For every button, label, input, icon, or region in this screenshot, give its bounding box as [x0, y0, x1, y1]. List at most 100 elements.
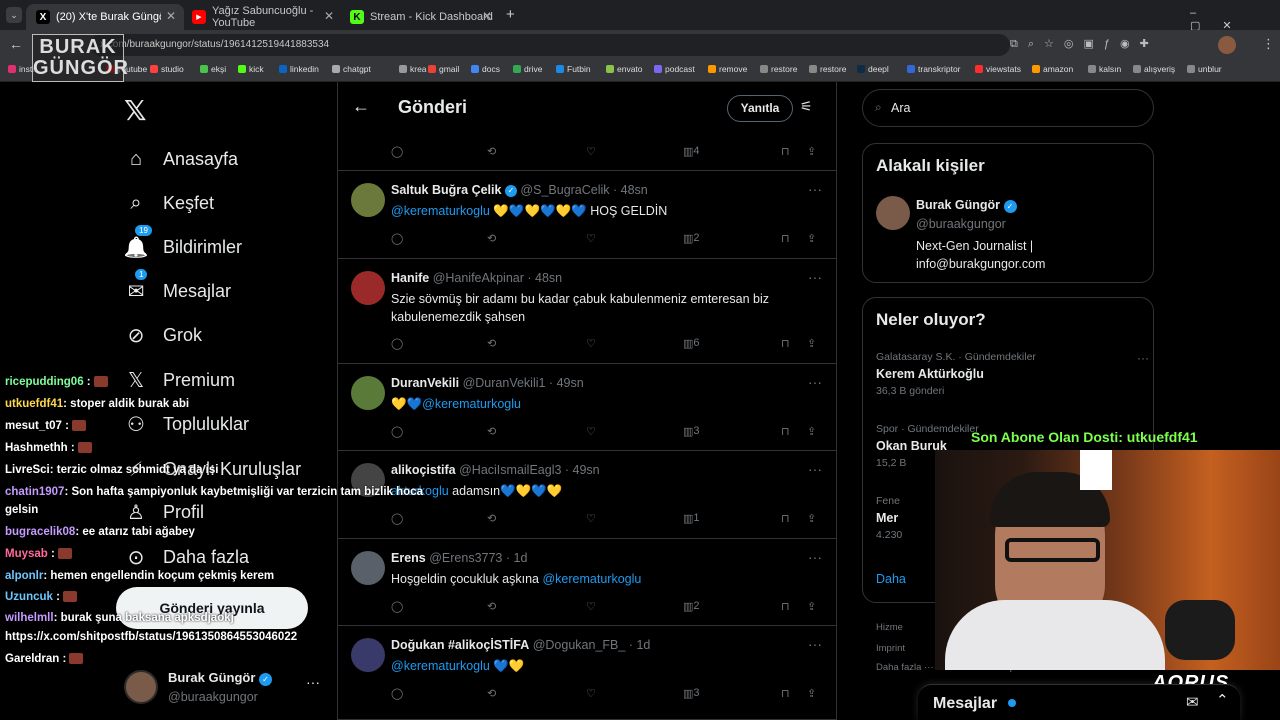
- bookmark-4[interactable]: kick: [238, 64, 264, 74]
- bookmark-icon[interactable]: ⊓: [781, 600, 790, 613]
- close-icon[interactable]: ✕: [166, 9, 176, 23]
- views-icon[interactable]: ▥ 4: [683, 145, 700, 158]
- post-item[interactable]: Doğukan #alikoçİSTİFA @Dogukan_FB_ · 1d ·…: [338, 626, 836, 720]
- messages-drawer[interactable]: Mesajlar ✉ ⌃: [918, 684, 1240, 720]
- avatar[interactable]: [351, 271, 385, 305]
- bookmark-23[interactable]: unblur: [1187, 64, 1222, 74]
- post-item[interactable]: Hanife @HanifeAkpinar · 48sn ··· Szie sövm…: [338, 259, 836, 364]
- bookmark-16[interactable]: restore: [809, 64, 846, 74]
- author-name[interactable]: Doğukan #alikoçİSTİFA: [391, 638, 529, 652]
- bookmark-10[interactable]: drive: [513, 64, 542, 74]
- share-icon[interactable]: ⇪: [807, 687, 816, 700]
- mention-link[interactable]: @kerematurkoglu: [542, 572, 641, 586]
- tab-x[interactable]: X (20) X'te Burak Güngör: "Yuvan... ✕: [26, 4, 184, 30]
- share-icon[interactable]: ⇪: [807, 425, 816, 438]
- post-time[interactable]: 1d: [514, 551, 528, 565]
- close-icon[interactable]: ✕: [324, 9, 334, 23]
- more-icon[interactable]: ···: [306, 674, 320, 690]
- reply-icon[interactable]: ◯: [391, 512, 403, 525]
- repost-icon[interactable]: ⟲: [487, 600, 496, 613]
- repost-icon[interactable]: ⟲: [487, 145, 496, 158]
- nav-item-2[interactable]: 🔔 Bildirimler 19: [124, 224, 242, 262]
- nav-item-9[interactable]: ⊙ Daha fazla: [124, 542, 249, 572]
- views-icon[interactable]: ▥ 1: [683, 512, 700, 525]
- chat-username[interactable]: wilhelmll: [5, 612, 54, 624]
- reply-icon[interactable]: ◯: [391, 425, 403, 438]
- post-time[interactable]: 48sn: [621, 183, 648, 197]
- nav-item-4[interactable]: ⊘ Grok: [124, 320, 202, 350]
- more-icon[interactable]: ···: [808, 636, 822, 652]
- bookmark-21[interactable]: kalsın: [1088, 64, 1121, 74]
- like-icon[interactable]: ♡: [586, 600, 596, 613]
- bookmark-20[interactable]: amazon: [1032, 64, 1073, 74]
- bookmark-3[interactable]: ekşi: [200, 64, 226, 74]
- bookmark-2[interactable]: studio: [150, 64, 184, 74]
- bookmark-icon[interactable]: ⊓: [781, 687, 790, 700]
- bookmark-19[interactable]: viewstats: [975, 64, 1021, 74]
- footer-link[interactable]: Hizme: [876, 622, 903, 633]
- share-icon[interactable]: ⇪: [807, 512, 816, 525]
- post-time[interactable]: 49sn: [573, 463, 600, 477]
- bookmark-icon[interactable]: ⊓: [781, 145, 790, 158]
- share-icon[interactable]: ⇪: [807, 145, 816, 158]
- reply-icon[interactable]: ◯: [391, 687, 403, 700]
- post-item[interactable]: Saltuk Buğra Çelik ✓ @S_BugraCelik · 48s…: [338, 171, 836, 259]
- chat-username[interactable]: utkuefdf41: [5, 398, 63, 410]
- reply-icon[interactable]: ◯: [391, 337, 403, 350]
- post-item[interactable]: Erens @Erens3773 · 1d ··· Hoşgeldin çocukl…: [338, 539, 836, 626]
- url-text[interactable]: x.com/buraakgungor/status/19614125194418…: [100, 34, 1000, 56]
- reply-icon[interactable]: ◯: [391, 145, 403, 158]
- avatar[interactable]: [351, 638, 385, 672]
- bookmark-17[interactable]: deepl: [857, 64, 889, 74]
- extension-icons[interactable]: ⧉⌕☆◎▣ƒ◉✚: [1010, 37, 1159, 51]
- bookmark-11[interactable]: Futbin: [556, 64, 591, 74]
- window-controls[interactable]: –▢✕: [1190, 7, 1280, 32]
- share-icon[interactable]: ⇪: [807, 600, 816, 613]
- repost-icon[interactable]: ⟲: [487, 512, 496, 525]
- more-icon[interactable]: ···: [1137, 351, 1149, 365]
- post-time[interactable]: 1d: [636, 638, 650, 652]
- author-name[interactable]: Erens: [391, 551, 426, 565]
- show-more-link[interactable]: Daha: [876, 572, 906, 586]
- author-name[interactable]: Hanife: [391, 271, 429, 285]
- like-icon[interactable]: ♡: [586, 337, 596, 350]
- author-name[interactable]: alikoçistifa: [391, 463, 456, 477]
- author-name[interactable]: DuranVekili: [391, 376, 459, 390]
- post-time[interactable]: 48sn: [535, 271, 562, 285]
- bookmark-13[interactable]: podcast: [654, 64, 695, 74]
- more-icon[interactable]: ···: [808, 374, 822, 390]
- repost-icon[interactable]: ⟲: [487, 425, 496, 438]
- bookmark-14[interactable]: remove: [708, 64, 747, 74]
- bookmark-icon[interactable]: ⊓: [781, 232, 790, 245]
- bookmark-8[interactable]: gmail: [428, 64, 459, 74]
- avatar[interactable]: [351, 551, 385, 585]
- nav-item-6[interactable]: ⚇ Topluluklar: [124, 409, 249, 439]
- more-icon[interactable]: ···: [808, 461, 822, 477]
- bookmark-icon[interactable]: ⊓: [781, 512, 790, 525]
- trend-item[interactable]: Galatasaray S.K. · Gündemdekiler Kerem A…: [876, 351, 1149, 401]
- tab-youtube[interactable]: ▶ Yağız Sabuncuoğlu - YouTube ✕: [182, 4, 342, 30]
- person-name[interactable]: Burak Güngör ✓: [916, 198, 1017, 213]
- views-icon[interactable]: ▥ 6: [683, 337, 700, 350]
- back-icon[interactable]: ←: [9, 36, 23, 52]
- tab-search-button[interactable]: ⌄: [6, 7, 22, 23]
- share-icon[interactable]: ⇪: [807, 232, 816, 245]
- chat-username[interactable]: chatin1907: [5, 486, 64, 498]
- nav-item-3[interactable]: ✉ Mesajlar 1: [124, 268, 231, 306]
- views-icon[interactable]: ▥ 2: [683, 600, 700, 613]
- footer-link[interactable]: Imprint: [876, 643, 905, 654]
- views-icon[interactable]: ▥ 2: [683, 232, 700, 245]
- new-tab-button[interactable]: +: [506, 6, 515, 23]
- like-icon[interactable]: ♡: [586, 425, 596, 438]
- views-icon[interactable]: ▥ 3: [683, 687, 700, 700]
- bookmark-18[interactable]: transkriptor: [907, 64, 961, 74]
- chat-username[interactable]: Uzuncuk: [5, 591, 53, 603]
- repost-icon[interactable]: ⟲: [487, 687, 496, 700]
- views-icon[interactable]: ▥ 3: [683, 425, 700, 438]
- bookmark-icon[interactable]: ⊓: [781, 425, 790, 438]
- compose-message-icon[interactable]: ✉: [1186, 693, 1199, 711]
- mention-link[interactable]: @kerematurkoglu: [391, 204, 490, 218]
- more-icon[interactable]: ···: [808, 181, 822, 197]
- tab-kick[interactable]: K Stream - Kick Dashboard ✕: [340, 4, 500, 30]
- chat-username[interactable]: LivreSci: [5, 464, 50, 476]
